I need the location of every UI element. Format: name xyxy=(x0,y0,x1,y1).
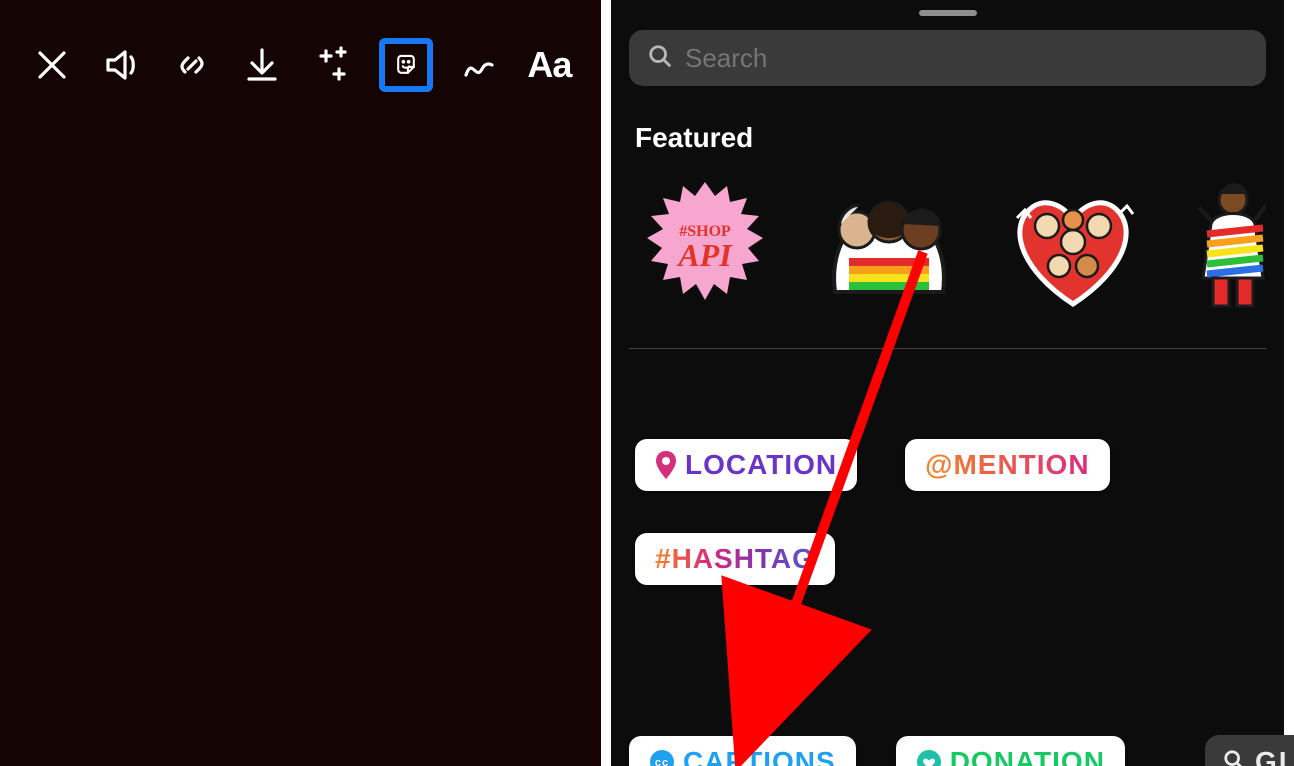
featured-sticker-shop-api[interactable]: #SHOP API xyxy=(635,174,775,314)
download-icon[interactable] xyxy=(238,38,285,92)
search-field[interactable] xyxy=(629,30,1266,86)
effects-icon[interactable] xyxy=(309,38,356,92)
mention-label: @MENTION xyxy=(925,449,1089,481)
gif-label: GI xyxy=(1255,746,1289,766)
featured-sticker-heart-group[interactable] xyxy=(1003,174,1143,314)
draw-icon[interactable] xyxy=(456,38,503,92)
sticker-drawer-panel: Featured #SHOP API xyxy=(611,0,1284,766)
sticker-options-row-1: LOCATION @MENTION #HASHTAG xyxy=(629,349,1266,585)
shop-api-line2: API xyxy=(676,237,733,273)
close-icon[interactable] xyxy=(28,38,75,92)
featured-sticker-dancer[interactable] xyxy=(1187,174,1266,314)
location-sticker[interactable]: LOCATION xyxy=(635,439,857,491)
mention-sticker[interactable]: @MENTION xyxy=(905,439,1109,491)
text-tool-icon[interactable]: Aa xyxy=(526,38,573,92)
hashtag-label: #HASHTAG xyxy=(655,543,815,575)
captions-label: CAPTIONS xyxy=(683,746,836,766)
search-icon xyxy=(1223,746,1245,766)
location-pin-icon xyxy=(655,451,677,479)
featured-row: #SHOP API xyxy=(629,174,1266,314)
hashtag-sticker[interactable]: #HASHTAG xyxy=(635,533,835,585)
link-icon[interactable] xyxy=(168,38,215,92)
story-toolbar: Aa xyxy=(0,0,601,92)
sticker-options-row-2: cc CAPTIONS DONATION GI xyxy=(629,735,1266,766)
text-tool-label: Aa xyxy=(527,44,571,86)
stickers-icon[interactable] xyxy=(379,38,433,92)
search-input[interactable] xyxy=(685,43,1248,74)
search-icon xyxy=(647,43,673,74)
audio-icon[interactable] xyxy=(98,38,145,92)
cc-icon: cc xyxy=(649,749,675,766)
story-editor-panel: Aa xyxy=(0,0,611,766)
captions-sticker[interactable]: cc CAPTIONS xyxy=(629,736,856,766)
donation-label: DONATION xyxy=(950,746,1105,766)
donation-sticker[interactable]: DONATION xyxy=(896,736,1125,766)
drawer-grabber[interactable] xyxy=(919,10,977,16)
gif-search-button[interactable]: GI xyxy=(1205,735,1294,766)
featured-sticker-family[interactable] xyxy=(819,174,959,314)
heart-circle-icon xyxy=(916,749,942,766)
location-label: LOCATION xyxy=(685,449,837,481)
featured-heading: Featured xyxy=(635,122,1266,154)
svg-text:cc: cc xyxy=(655,757,669,766)
